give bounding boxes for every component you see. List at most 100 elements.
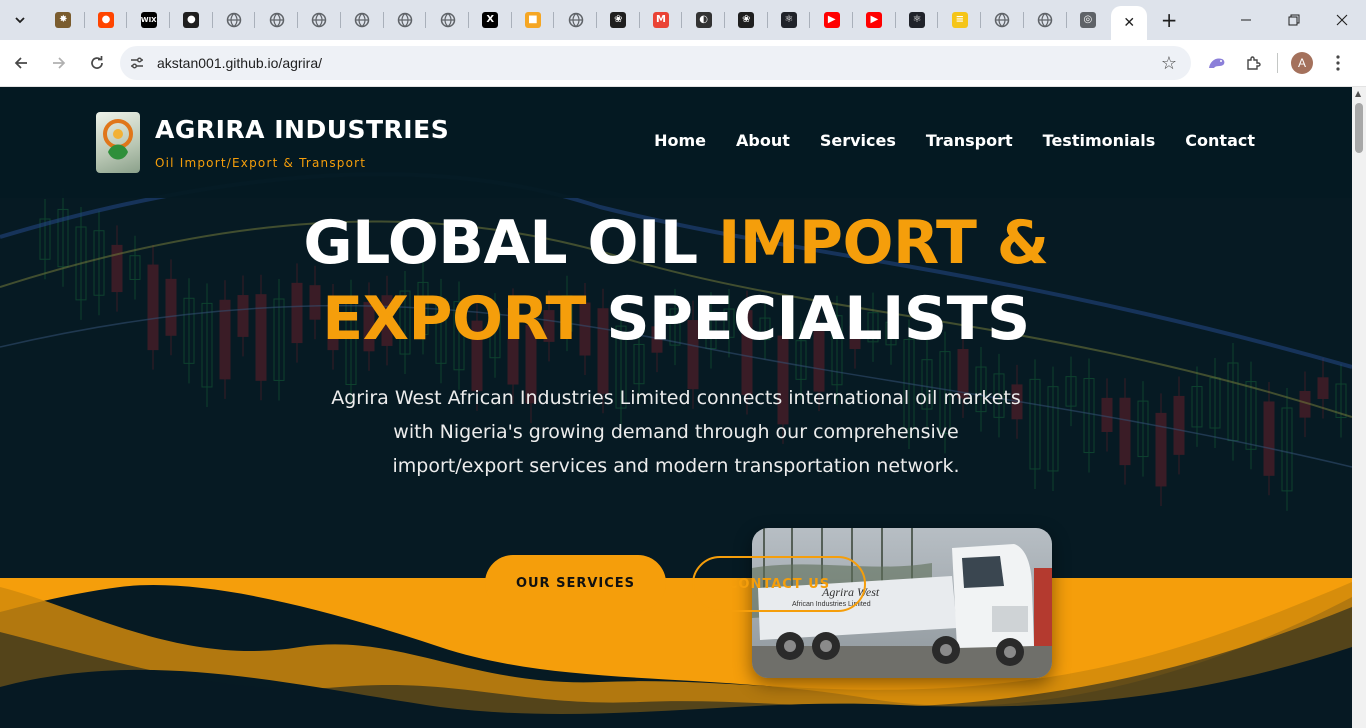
gmail-favicon-icon: M [652,12,669,28]
browser-tab[interactable] [213,0,256,40]
globe-icon [226,12,242,28]
minimize-button[interactable] [1222,0,1270,40]
site-info-icon[interactable] [122,48,152,78]
site-header: AGRIRA INDUSTRIES Oil Import/Export & Tr… [0,87,1352,198]
close-tab-icon[interactable]: ✕ [1123,15,1135,31]
browser-tab[interactable] [554,0,597,40]
globe-icon [994,12,1010,28]
restore-button[interactable] [1270,0,1318,40]
react-favicon-icon: ⚛ [781,12,798,28]
youtube-favicon-icon: ▶ [866,12,883,28]
globe-icon [269,12,285,28]
page-scrollbar[interactable]: ▲ [1352,87,1366,728]
bookmark-star-icon[interactable]: ☆ [1161,53,1177,74]
hero-subtitle: Agrira West African Industries Limited c… [331,387,1021,477]
toolbar-divider [1277,53,1278,73]
react-favicon-icon: ⚛ [909,12,926,28]
profile-button[interactable]: A [1284,46,1320,80]
hero-title-accent: IMPORT & [717,208,1049,278]
address-bar[interactable]: akstan001.github.io/agrira/ ☆ [120,46,1191,80]
globe-icon [311,12,327,28]
browser-tab[interactable]: ⚛ [768,0,811,40]
browser-tab[interactable]: ■ [512,0,555,40]
extensions-puzzle-icon[interactable] [1235,46,1271,80]
browser-tab[interactable]: ≡ [938,0,981,40]
page-viewport: AGRIRA INDUSTRIES Oil Import/Export & Tr… [0,87,1352,728]
globe-icon [397,12,413,28]
browser-tab[interactable] [426,0,469,40]
browser-tab[interactable] [255,0,298,40]
forward-button[interactable] [42,46,76,80]
browser-tab[interactable]: ◐ [682,0,725,40]
url-text[interactable]: akstan001.github.io/agrira/ [157,55,322,71]
tab-strip: ✸ ● WIX ● X ■ ❀ M ◐ ❀ ⚛ ▶ ▶ ⚛ ≡ ◎ ✕ + [0,0,1366,40]
browser-tab[interactable]: X [469,0,512,40]
nav-link-about[interactable]: About [736,131,790,150]
browser-tab[interactable]: ◎ [1067,0,1110,40]
browser-tab[interactable]: ❀ [597,0,640,40]
scroll-down-chevron-icon[interactable] [663,621,695,645]
browser-tab[interactable] [298,0,341,40]
panda-favicon-icon: ◐ [695,12,712,28]
browser-tab[interactable]: ● [170,0,213,40]
active-tab[interactable]: ✕ [1111,6,1148,40]
globe-icon [1037,12,1053,28]
browser-tab[interactable] [1024,0,1067,40]
brand-tagline: Oil Import/Export & Transport [155,156,367,170]
tab-search-button[interactable] [6,6,34,34]
avatar: A [1291,52,1313,74]
browser-tab[interactable]: ▶ [810,0,853,40]
main-nav: Home About Services Transport Testimonia… [654,131,1255,150]
browser-tab[interactable]: ● [85,0,128,40]
scroll-up-arrow-icon[interactable]: ▲ [1355,89,1361,98]
contact-us-button[interactable]: CONTACT US [692,556,866,612]
openai-favicon-icon: ❀ [610,12,627,28]
github-favicon-icon: ● [183,12,200,28]
hero-title-accent: EXPORT [322,284,586,354]
youtube-favicon-icon: ▶ [823,12,840,28]
browser-tab[interactable]: M [640,0,683,40]
chevron-down-icon [15,17,25,24]
globe-icon [568,12,584,28]
nav-link-transport[interactable]: Transport [926,131,1013,150]
browser-tab[interactable] [341,0,384,40]
x-favicon-icon: X [482,12,499,28]
globe-icon [440,12,456,28]
restore-icon [1288,14,1300,26]
browser-tab[interactable]: ❀ [725,0,768,40]
scrollbar-thumb[interactable] [1355,103,1363,153]
tab-list: ✸ ● WIX ● X ■ ❀ M ◐ ❀ ⚛ ▶ ▶ ⚛ ≡ ◎ [42,0,1109,40]
browser-tab[interactable] [384,0,427,40]
browser-toolbar: akstan001.github.io/agrira/ ☆ A [0,40,1366,87]
hero-title-part: SPECIALISTS [585,284,1030,354]
gallery-favicon-icon: ■ [524,12,541,28]
layers-favicon-icon: ≡ [951,12,968,28]
window-controls [1222,0,1366,40]
our-services-button[interactable]: OUR SERVICES [485,555,666,611]
browser-tab[interactable]: ✸ [42,0,85,40]
close-window-button[interactable] [1318,0,1366,40]
nav-link-testimonials[interactable]: Testimonials [1043,131,1156,150]
reddit-favicon-icon: ● [98,12,115,28]
company-logo-image[interactable] [96,112,140,173]
hero-title-part: GLOBAL OIL [303,208,718,278]
arrow-right-icon [53,57,66,69]
extension-pet-icon[interactable] [1199,46,1235,80]
menu-kebab-icon[interactable] [1320,46,1356,80]
back-button[interactable] [4,46,38,80]
browser-tab[interactable]: ⚛ [896,0,939,40]
nav-link-services[interactable]: Services [820,131,896,150]
reload-button[interactable] [80,46,114,80]
brand-name[interactable]: AGRIRA INDUSTRIES [155,115,449,144]
openai-favicon-icon: ❀ [738,12,755,28]
browser-tab[interactable]: WIX [127,0,170,40]
hero-title: GLOBAL OIL IMPORT & EXPORT SPECIALISTS [0,205,1352,357]
browser-tab[interactable] [981,0,1024,40]
close-icon [1336,14,1348,26]
browser-tab[interactable]: ▶ [853,0,896,40]
globe-icon [354,12,370,28]
nav-link-contact[interactable]: Contact [1185,131,1255,150]
new-tab-button[interactable]: + [1155,6,1183,34]
nav-link-home[interactable]: Home [654,131,706,150]
chrome-favicon-icon: ◎ [1079,12,1096,28]
